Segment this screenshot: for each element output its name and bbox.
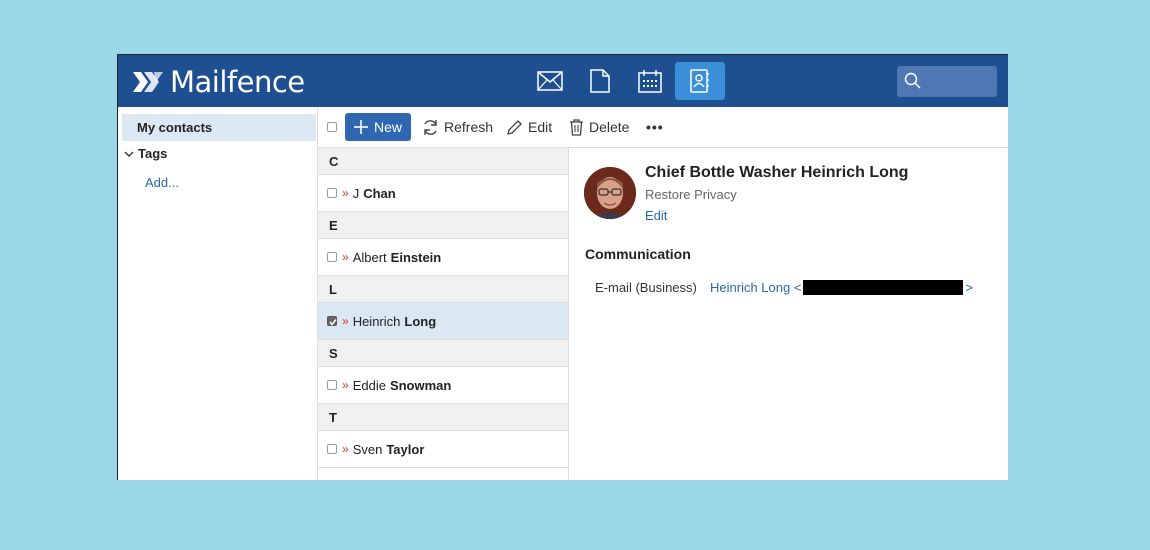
contact-last-name: Taylor (386, 441, 425, 457)
row-checkbox[interactable] (327, 380, 337, 390)
contact-row-selected[interactable]: » Heinrich Long (318, 303, 568, 340)
sidebar-tags-toggle[interactable]: Tags (124, 146, 167, 161)
calendar-icon[interactable] (625, 62, 675, 100)
group-header-t: T (318, 404, 568, 431)
contact-row[interactable]: » J Chan (318, 175, 568, 212)
email-close: > (965, 280, 974, 295)
checkmark-icon (329, 319, 337, 326)
contact-marker: » (342, 250, 349, 264)
contact-last-name: Einstein (390, 249, 442, 265)
mail-icon[interactable] (525, 62, 575, 100)
select-all-checkbox[interactable] (327, 122, 337, 132)
pencil-icon (507, 119, 522, 135)
contact-row[interactable]: » Eddie Snowman (318, 367, 568, 404)
contact-company: Restore Privacy (645, 187, 737, 202)
contact-marker: » (342, 442, 349, 456)
group-header-l: L (318, 276, 568, 303)
more-options-button[interactable]: ••• (646, 113, 664, 141)
search-input[interactable] (897, 66, 997, 97)
email-link[interactable]: Heinrich Long < > (710, 280, 973, 295)
search-icon (904, 72, 922, 95)
email-name: Heinrich Long < (710, 280, 802, 295)
communication-section-title: Communication (585, 246, 691, 262)
contact-last-name: Long (404, 313, 437, 329)
sidebar: My contacts Tags Add... (118, 107, 318, 480)
delete-button[interactable]: Delete (569, 113, 629, 141)
document-icon[interactable] (575, 62, 625, 100)
new-button[interactable]: New (345, 113, 411, 141)
contact-first-name: Sven (352, 441, 383, 457)
edit-button-label: Edit (528, 119, 553, 135)
row-checkbox[interactable] (327, 252, 337, 262)
delete-button-label: Delete (589, 119, 630, 135)
add-tag-link[interactable]: Add... (145, 175, 179, 190)
sidebar-item-my-contacts[interactable]: My contacts (122, 114, 316, 141)
contact-last-name: Snowman (389, 377, 452, 393)
contact-marker: » (342, 378, 349, 392)
avatar (584, 167, 636, 219)
group-header-s: S (318, 340, 568, 367)
contact-marker: » (342, 314, 349, 328)
contact-list: C » J Chan E » Albert Einstein L » Heinr… (318, 148, 569, 480)
chevron-down-icon (124, 146, 134, 161)
row-checkbox[interactable] (327, 188, 337, 198)
mailfence-window: Mailfence My contacts Tags Add... New Re… (117, 54, 1008, 480)
contact-name: Chief Bottle Washer Heinrich Long (645, 164, 909, 181)
mailfence-logo-icon (132, 68, 164, 96)
email-label: E-mail (Business) (595, 280, 697, 295)
app-header: Mailfence (118, 55, 1008, 107)
refresh-button-label: Refresh (444, 119, 494, 135)
contact-row[interactable]: » Sven Taylor (318, 431, 568, 468)
redacted-email-address (803, 280, 964, 295)
group-header-c: C (318, 148, 568, 175)
row-checkbox-checked[interactable] (327, 316, 337, 326)
logo-text: Mailfence (170, 65, 305, 99)
contact-first-name: Eddie (352, 377, 386, 393)
trash-icon (570, 118, 583, 136)
contacts-icon[interactable] (675, 62, 725, 100)
contact-first-name: Albert (352, 249, 387, 265)
contact-last-name: Chan (363, 185, 396, 201)
new-button-label: New (374, 119, 403, 135)
refresh-icon (424, 119, 437, 135)
plus-icon (354, 120, 368, 134)
contact-marker: » (342, 186, 349, 200)
refresh-button[interactable]: Refresh (422, 113, 493, 141)
contact-detail-panel: Chief Bottle Washer Heinrich Long Restor… (570, 148, 1008, 480)
toolbar: New Refresh Edit Delete ••• (318, 107, 1008, 148)
sidebar-tags-label: Tags (138, 146, 168, 161)
contact-first-name: J (352, 185, 360, 201)
contact-first-name: Heinrich (352, 313, 401, 329)
contact-row[interactable]: » Albert Einstein (318, 239, 568, 276)
row-checkbox[interactable] (327, 444, 337, 454)
edit-contact-link[interactable]: Edit (645, 208, 667, 223)
group-header-e: E (318, 212, 568, 239)
edit-button[interactable]: Edit (506, 113, 552, 141)
mailfence-logo[interactable]: Mailfence (132, 65, 305, 99)
